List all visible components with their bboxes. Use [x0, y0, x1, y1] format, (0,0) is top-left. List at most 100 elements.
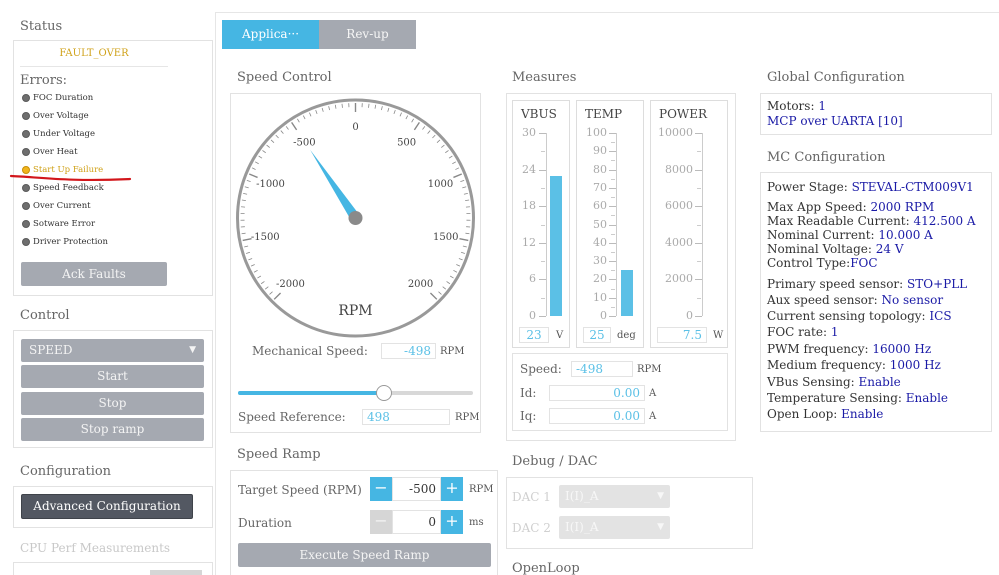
- speed-ref-input[interactable]: 498: [362, 409, 450, 425]
- temp-minor-tick: [611, 160, 615, 162]
- temp-tick-mark: [609, 169, 616, 171]
- vbus-minor-tick: [541, 261, 545, 263]
- power-unit: W: [713, 330, 724, 341]
- vbus-tick-mark: [539, 206, 546, 208]
- gauge-tick-label: 1500: [433, 232, 458, 243]
- control-mode-select[interactable]: SPEED ▼: [21, 339, 204, 362]
- temp-tick-mark: [609, 261, 616, 263]
- temp-minor-tick: [611, 233, 615, 235]
- status-divider: [20, 66, 168, 67]
- mc-config-row: Max Readable Current: 412.500 A: [767, 214, 976, 228]
- duration-plus-button[interactable]: +: [441, 510, 463, 534]
- ack-faults-button[interactable]: Ack Faults: [21, 262, 167, 286]
- speed-ref-unit: RPM: [455, 412, 480, 423]
- speed-ramp-title: Speed Ramp: [237, 447, 321, 462]
- power-tick-mark: [695, 133, 702, 134]
- power-tick-label: 2000: [665, 272, 693, 286]
- mc-config-row: Open Loop: Enable: [767, 407, 883, 421]
- temp-minor-tick: [611, 197, 615, 199]
- status-led-icon: [22, 94, 30, 102]
- status-state: FAULT_OVER: [59, 48, 129, 59]
- status-led-icon: [22, 238, 30, 246]
- vbus-axis-line: [546, 133, 547, 316]
- duration-minus-button[interactable]: −: [370, 510, 392, 534]
- status-led-icon: [22, 202, 30, 210]
- mc-config-value: 16000 Hz: [872, 342, 932, 356]
- mc-config-label: FOC rate:: [767, 325, 831, 339]
- vbus-minor-tick: [541, 151, 545, 153]
- speed-reading-value: -498: [571, 361, 633, 377]
- speed-reading-label: Speed:: [520, 362, 562, 376]
- temp-tick-label: 20: [593, 272, 607, 286]
- tab-application[interactable]: Applica···: [222, 20, 319, 49]
- mc-config-label: Max App Speed:: [767, 200, 871, 214]
- mc-config-value: 412.500 A: [913, 214, 976, 228]
- duration-input[interactable]: 0: [392, 510, 441, 534]
- chevron-down-icon: ▼: [189, 345, 196, 355]
- mc-config-value: No sensor: [881, 293, 944, 307]
- status-led-icon: [22, 130, 30, 138]
- mc-config-row: Primary speed sensor: STO+PLL: [767, 277, 967, 291]
- gauge-tick-label: 1000: [428, 179, 453, 190]
- mc-config-row: Max App Speed: 2000 RPM: [767, 200, 934, 214]
- iq-label: Iq:: [520, 409, 537, 423]
- error-label: Driver Protection: [33, 237, 109, 247]
- mc-config-row: Medium frequency: 1000 Hz: [767, 358, 941, 372]
- temp-tick-mark: [609, 133, 616, 134]
- power-value: 7.5: [657, 327, 707, 343]
- mc-config-label: Control Type:: [767, 256, 851, 270]
- vbus-minor-tick: [541, 224, 545, 226]
- speed-reading-unit: RPM: [637, 364, 662, 375]
- gauge-tick-label: 2000: [408, 279, 433, 290]
- vbus-minor-tick: [541, 187, 545, 189]
- vbus-title: VBUS: [521, 107, 557, 121]
- id-unit: A: [649, 388, 657, 399]
- openloop-title: OpenLoop: [512, 561, 580, 575]
- temp-minor-tick: [611, 270, 615, 272]
- gauge-tick-label: -1000: [256, 179, 285, 190]
- mech-speed-value: -498: [381, 343, 436, 359]
- error-row: Sotware Error: [22, 218, 95, 230]
- power-tick-mark: [695, 169, 702, 171]
- mc-config-label: Power Stage:: [767, 180, 852, 194]
- error-row: Over Current: [22, 200, 91, 212]
- id-label: Id:: [520, 386, 537, 400]
- chevron-down-icon: ▼: [657, 522, 664, 532]
- target-speed-minus-button[interactable]: −: [370, 477, 392, 501]
- dac2-select[interactable]: I(I)_A ▼: [559, 516, 670, 539]
- power-tick-label: 4000: [665, 235, 693, 249]
- duration-label: Duration: [238, 516, 292, 530]
- tab-rev-up[interactable]: Rev-up: [319, 20, 416, 49]
- error-label: Under Voltage: [33, 129, 96, 139]
- target-speed-plus-button[interactable]: +: [441, 477, 463, 501]
- configuration-title: Configuration: [20, 464, 112, 479]
- dac1-select[interactable]: I(I)_A ▼: [559, 485, 670, 508]
- red-underline-annotation: [9, 174, 132, 182]
- power-tick-label: 6000: [665, 199, 693, 213]
- power-minor-tick: [697, 187, 701, 189]
- mc-config-title: MC Configuration: [767, 150, 886, 165]
- temp-level-bar: [621, 270, 633, 316]
- mech-speed-label: Mechanical Speed:: [252, 344, 368, 358]
- target-speed-input[interactable]: -500: [392, 477, 441, 501]
- speed-slider[interactable]: [238, 385, 473, 401]
- mc-config-row: Temperature Sensing: Enable: [767, 391, 948, 405]
- power-tick-label: 10000: [658, 126, 693, 139]
- gauge-tick-label: -500: [293, 138, 315, 149]
- speed-slider-thumb[interactable]: [375, 385, 392, 401]
- start-button[interactable]: Start: [21, 365, 204, 388]
- temp-minor-tick: [611, 215, 615, 217]
- stop-button[interactable]: Stop: [21, 392, 204, 415]
- mc-config-value: Enable: [858, 375, 901, 389]
- target-speed-unit: RPM: [469, 484, 494, 495]
- stop-ramp-button[interactable]: Stop ramp: [21, 418, 204, 441]
- temp-minor-tick: [611, 178, 615, 180]
- mc-config-label: Max Readable Current:: [767, 214, 914, 228]
- mc-config-value: Enable: [905, 391, 949, 405]
- status-led-icon: [22, 112, 30, 120]
- speed-slider-fill: [238, 391, 384, 395]
- status-led-icon: [22, 220, 30, 228]
- advanced-configuration-button[interactable]: Advanced Configuration: [21, 494, 193, 519]
- execute-speed-ramp-button[interactable]: Execute Speed Ramp: [238, 543, 491, 567]
- temp-minor-tick: [611, 251, 615, 253]
